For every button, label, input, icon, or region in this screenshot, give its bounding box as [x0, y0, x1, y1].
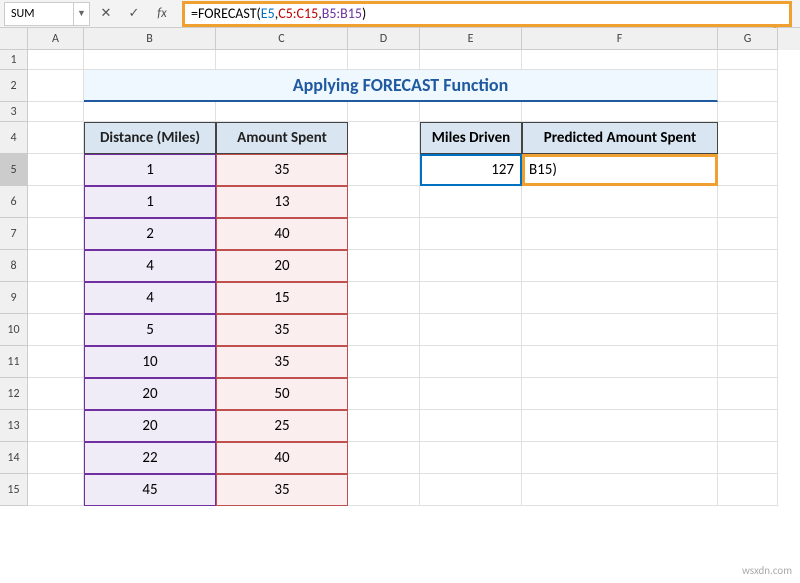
formula-input[interactable]: =FORECAST(E5,C5:C15,B5:B15): [182, 1, 792, 27]
table-cell[interactable]: 25: [216, 410, 348, 442]
row-header[interactable]: 2: [0, 70, 28, 102]
col-header[interactable]: B: [84, 28, 216, 50]
header-predicted[interactable]: Predicted Amount Spent: [522, 122, 718, 154]
table-cell[interactable]: 35: [216, 346, 348, 378]
select-all-corner[interactable]: [0, 28, 28, 50]
header-miles-driven[interactable]: Miles Driven: [420, 122, 522, 154]
formula-bar: SUM ▼ ✕ ✓ fx =FORECAST(E5,C5:C15,B5:B15): [0, 0, 800, 28]
col-header[interactable]: G: [718, 28, 778, 50]
cell-f5-active[interactable]: B15): [522, 154, 718, 186]
col-header[interactable]: D: [348, 28, 420, 50]
table-cell[interactable]: 2: [84, 218, 216, 250]
table-cell[interactable]: 5: [84, 314, 216, 346]
row-header[interactable]: 3: [0, 102, 28, 122]
enter-icon[interactable]: ✓: [122, 2, 146, 26]
formula-arg2: C5:C15: [278, 5, 318, 22]
table-cell[interactable]: 1: [84, 186, 216, 218]
header-distance[interactable]: Distance (Miles): [84, 122, 216, 154]
row-header[interactable]: 7: [0, 218, 28, 250]
table-cell[interactable]: 20: [84, 378, 216, 410]
table-cell[interactable]: 10: [84, 346, 216, 378]
watermark: wsxdn.com: [742, 564, 792, 577]
row-header[interactable]: 1: [0, 50, 28, 70]
table-cell[interactable]: 13: [216, 186, 348, 218]
spreadsheet-grid: A B C D E F G 1 2 Applying FORECAST Funct…: [0, 28, 800, 506]
cell-b5[interactable]: 1: [84, 154, 216, 186]
table-cell[interactable]: 22: [84, 442, 216, 474]
cell-e5[interactable]: 127: [420, 154, 522, 186]
row-header[interactable]: 6: [0, 186, 28, 218]
cancel-icon[interactable]: ✕: [94, 2, 118, 26]
col-header[interactable]: E: [420, 28, 522, 50]
fx-icon[interactable]: fx: [150, 2, 174, 26]
table-cell[interactable]: 4: [84, 282, 216, 314]
col-header[interactable]: C: [216, 28, 348, 50]
table-cell[interactable]: 20: [84, 410, 216, 442]
row-header[interactable]: 9: [0, 282, 28, 314]
table-cell[interactable]: 4: [84, 250, 216, 282]
cell-c5[interactable]: 35: [216, 154, 348, 186]
row-header[interactable]: 12: [0, 378, 28, 410]
header-amount[interactable]: Amount Spent: [216, 122, 348, 154]
row-header[interactable]: 8: [0, 250, 28, 282]
formula-arg3: B5:B15: [322, 5, 362, 22]
table-cell[interactable]: 35: [216, 474, 348, 506]
table-cell[interactable]: 15: [216, 282, 348, 314]
table-cell[interactable]: 50: [216, 378, 348, 410]
col-header[interactable]: A: [28, 28, 84, 50]
table-cell[interactable]: 40: [216, 218, 348, 250]
page-title[interactable]: Applying FORECAST Function: [84, 70, 718, 102]
row-header[interactable]: 13: [0, 410, 28, 442]
table-cell[interactable]: 45: [84, 474, 216, 506]
table-cell[interactable]: 20: [216, 250, 348, 282]
row-header[interactable]: 5: [0, 154, 28, 186]
col-header[interactable]: F: [522, 28, 718, 50]
row-header[interactable]: 14: [0, 442, 28, 474]
table-cell[interactable]: 40: [216, 442, 348, 474]
name-box[interactable]: SUM: [4, 2, 74, 26]
row-header[interactable]: 4: [0, 122, 28, 154]
row-header[interactable]: 15: [0, 474, 28, 506]
row-header[interactable]: 10: [0, 314, 28, 346]
formula-suffix: ): [362, 5, 366, 22]
row-header[interactable]: 11: [0, 346, 28, 378]
name-box-dropdown[interactable]: ▼: [74, 2, 90, 26]
formula-prefix: =FORECAST(: [191, 5, 261, 22]
table-cell[interactable]: 35: [216, 314, 348, 346]
formula-arg1: E5: [261, 5, 275, 22]
